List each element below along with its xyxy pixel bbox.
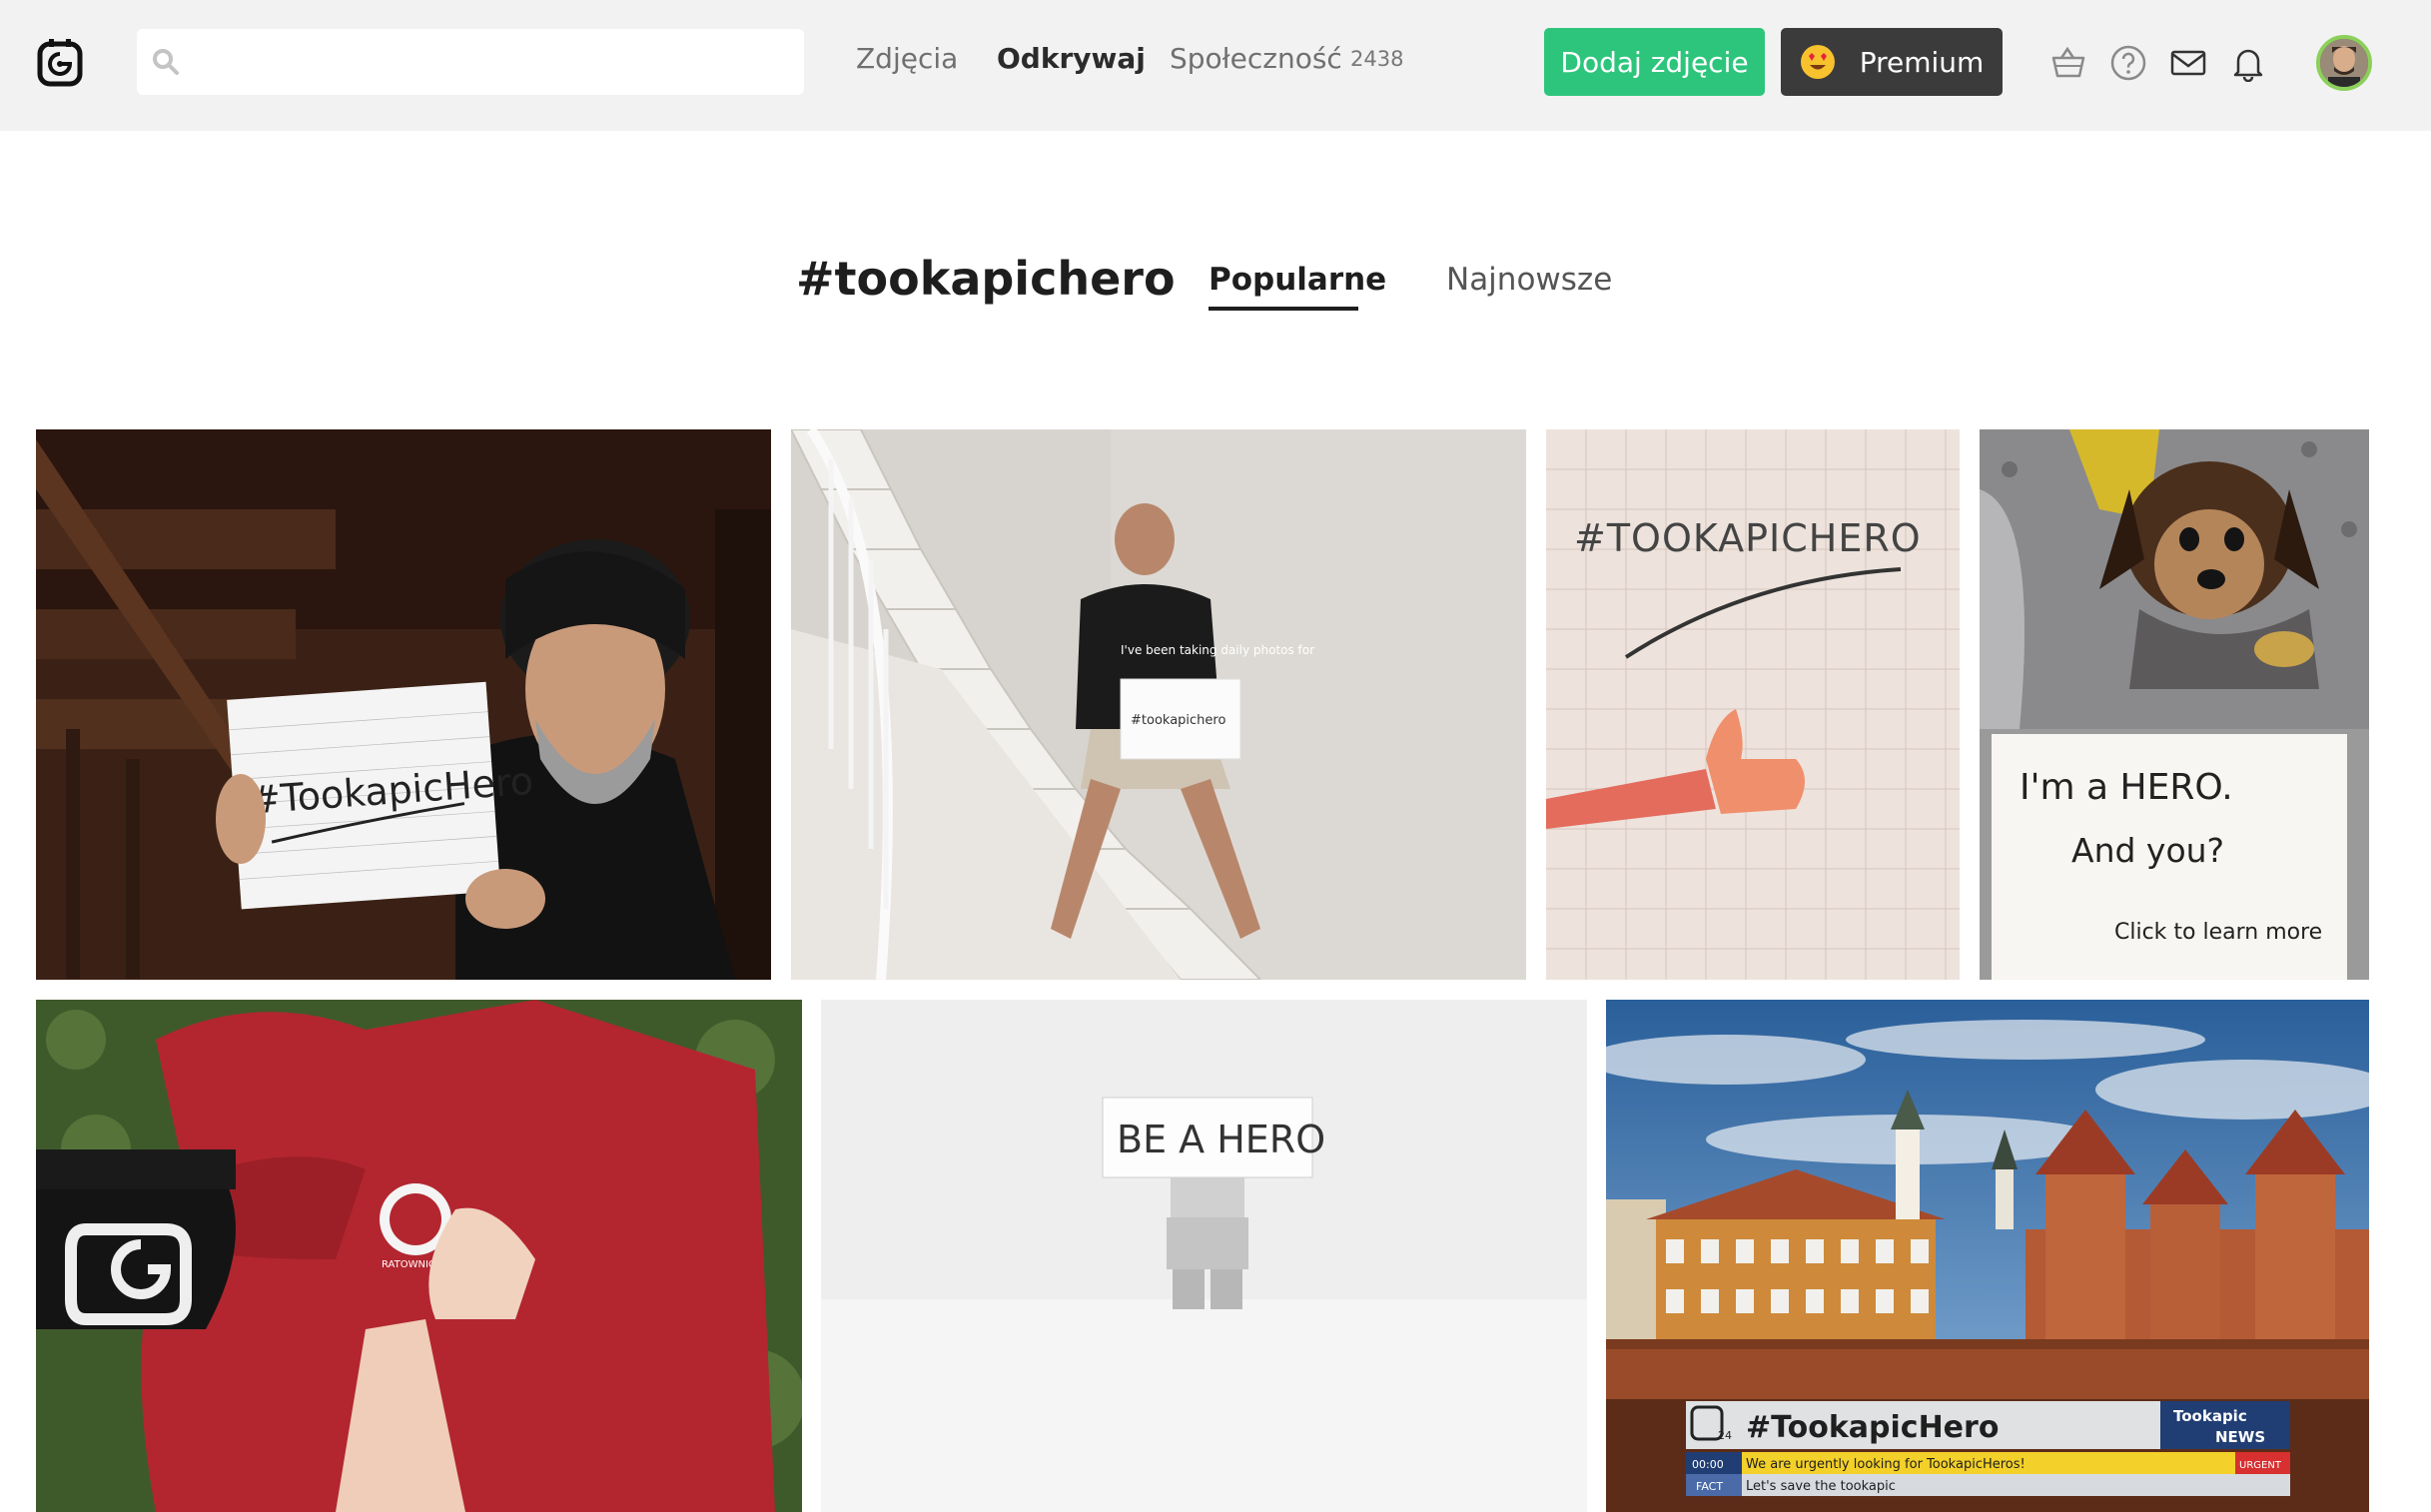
dog-sign-line2: And you? bbox=[2071, 831, 2224, 870]
nav-photos-link[interactable]: Zdjęcia bbox=[856, 42, 958, 75]
ticker-time: 00:00 bbox=[1692, 1458, 1724, 1471]
photo-tile-2[interactable]: I've been taking daily photos for #tooka… bbox=[791, 429, 1526, 980]
paper-sign-text: BE A HERO bbox=[1117, 1118, 1325, 1161]
ticker-fact-text: Let's save the tookapic bbox=[1746, 1479, 1896, 1494]
dog-sign-line3: Click to learn more bbox=[2114, 920, 2322, 945]
photo-tile-1[interactable]: #TookapicHero bbox=[36, 429, 771, 980]
ticker-urgent-badge: URGENT bbox=[2239, 1460, 2282, 1471]
mail-icon[interactable] bbox=[2169, 44, 2207, 82]
search-input[interactable] bbox=[191, 29, 790, 95]
ticker-brand-top: Tookapic bbox=[2173, 1407, 2247, 1425]
ticker-brand-bottom: NEWS bbox=[2215, 1428, 2265, 1446]
tab-popular[interactable]: Popularne bbox=[1209, 262, 1386, 298]
small-sign-text: #tookapichero bbox=[1131, 713, 1225, 728]
dog-sign-line1: I'm a HERO. bbox=[2020, 767, 2233, 808]
bell-icon[interactable] bbox=[2229, 44, 2267, 82]
nav-discover-link[interactable]: Odkrywaj bbox=[997, 42, 1146, 75]
photo-tile-5[interactable]: RATOWNICTWO bbox=[36, 1000, 802, 1512]
top-navigation-bar: Zdjęcia Odkrywaj Społeczność 2438 Dodaj … bbox=[0, 0, 2431, 131]
photo-tile-4[interactable]: I'm a HERO. And you? Click to learn more bbox=[1980, 429, 2369, 980]
basket-icon[interactable] bbox=[2049, 44, 2087, 82]
premium-button[interactable]: Premium bbox=[1781, 28, 2003, 96]
user-avatar[interactable] bbox=[2316, 35, 2372, 91]
tab-newest[interactable]: Najnowsze bbox=[1446, 262, 1612, 298]
nav-community-link[interactable]: Społeczność bbox=[1170, 42, 1342, 75]
search-box[interactable] bbox=[137, 29, 804, 95]
active-tab-indicator bbox=[1209, 307, 1358, 311]
grid-paper-sign-text: #TOOKAPICHERO bbox=[1574, 516, 1922, 560]
tookapic-logo-icon[interactable] bbox=[37, 38, 83, 88]
community-count-badge: 2438 bbox=[1350, 47, 1404, 71]
search-icon bbox=[153, 49, 179, 75]
premium-label: Premium bbox=[1859, 45, 1985, 79]
ticker-fact-label: FACT bbox=[1696, 1480, 1723, 1493]
add-photo-label: Dodaj zdjęcie bbox=[1560, 45, 1749, 79]
ticker-channel-number: 24 bbox=[1718, 1429, 1732, 1442]
photo-tile-7[interactable]: 24 #TookapicHero Tookapic NEWS 00:00 We … bbox=[1606, 1000, 2369, 1512]
add-photo-button[interactable]: Dodaj zdjęcie bbox=[1544, 28, 1765, 96]
tshirt-print-text: I've been taking daily photos for bbox=[1121, 643, 1314, 657]
ticker-headline: We are urgently looking for TookapicHero… bbox=[1746, 1457, 2026, 1472]
ticker-title: #TookapicHero bbox=[1746, 1410, 1999, 1445]
page-title-hashtag: #tookapichero bbox=[796, 252, 1176, 306]
photo-tile-6[interactable]: BE A HERO bbox=[821, 1000, 1587, 1512]
help-icon[interactable] bbox=[2109, 44, 2147, 82]
heart-eyes-emoji-icon bbox=[1800, 45, 1835, 79]
photo-tile-3[interactable]: #TOOKAPICHERO bbox=[1546, 429, 1960, 980]
